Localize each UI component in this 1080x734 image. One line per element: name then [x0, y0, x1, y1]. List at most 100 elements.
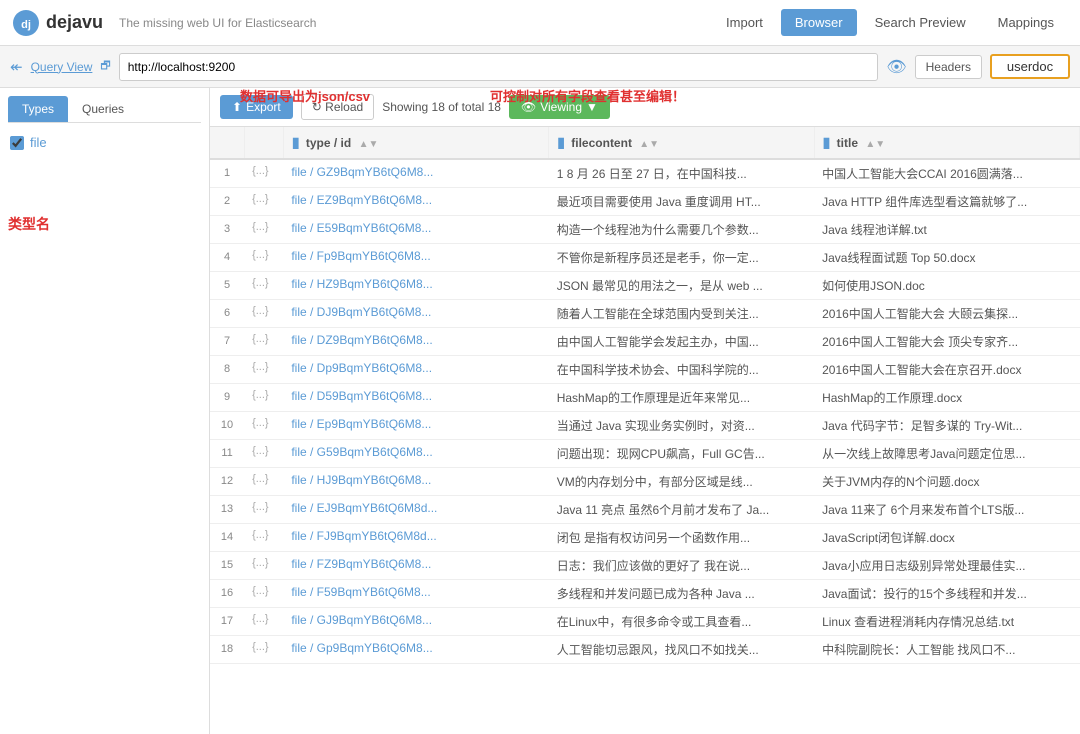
- nav-mappings[interactable]: Mappings: [984, 9, 1068, 36]
- expand-btn-17[interactable]: {...}: [244, 608, 283, 636]
- share-icon[interactable]: ↞: [10, 58, 23, 76]
- expand-btn-9[interactable]: {...}: [244, 384, 283, 412]
- title-cell-16: Java面试：投行的15个多线程和并发...: [814, 580, 1079, 608]
- type-id-cell-4[interactable]: file / Fp9BqmYB6tQ6M8...: [283, 244, 548, 272]
- expand-btn-3[interactable]: {...}: [244, 216, 283, 244]
- content-cell-1: 1 8 月 26 日至 27 日，在中国科技...: [549, 159, 814, 188]
- type-id-cell-12[interactable]: file / HJ9BqmYB6tQ6M8...: [283, 468, 548, 496]
- logo-icon: dj: [12, 9, 40, 37]
- expand-btn-14[interactable]: {...}: [244, 524, 283, 552]
- tab-types[interactable]: Types: [8, 96, 68, 122]
- content-cell-16: 多线程和并发问题已成为各种 Java ...: [549, 580, 814, 608]
- table-row: 16 {...} file / F59BqmYB6tQ6M8... 多线程和并发…: [210, 580, 1080, 608]
- table-row: 18 {...} file / Gp9BqmYB6tQ6M8... 人工智能切忌…: [210, 636, 1080, 664]
- table-row: 7 {...} file / DZ9BqmYB6tQ6M8... 由中国人工智能…: [210, 328, 1080, 356]
- type-id-cell-2[interactable]: file / EZ9BqmYB6tQ6M8...: [283, 188, 548, 216]
- filter-icon-title: ▮: [823, 134, 831, 150]
- expand-btn-2[interactable]: {...}: [244, 188, 283, 216]
- expand-btn-4[interactable]: {...}: [244, 244, 283, 272]
- nav-search-preview[interactable]: Search Preview: [861, 9, 980, 36]
- content-cell-4: 不管你是新程序员还是老手，你一定...: [549, 244, 814, 272]
- title-cell-6: 2016中国人工智能大会 大颐云集探...: [814, 300, 1079, 328]
- toolbar: ↞ Query View 🗗 👁 Headers userdoc: [0, 46, 1080, 88]
- expand-btn-7[interactable]: {...}: [244, 328, 283, 356]
- title-cell-15: Java小应用日志级别异常处理最佳实...: [814, 552, 1079, 580]
- type-id-cell-5[interactable]: file / HZ9BqmYB6tQ6M8...: [283, 272, 548, 300]
- content-cell-11: 问题出现：现网CPU飙高，Full GC告...: [549, 440, 814, 468]
- sort-icon-type: ▲▼: [359, 139, 379, 150]
- content-cell-9: HashMap的工作原理是近年来常见...: [549, 384, 814, 412]
- title-cell-5: 如何使用JSON.doc: [814, 272, 1079, 300]
- url-input[interactable]: [119, 53, 879, 81]
- type-id-cell-14[interactable]: file / FJ9BqmYB6tQ6M8d...: [283, 524, 548, 552]
- type-id-cell-10[interactable]: file / Ep9BqmYB6tQ6M8...: [283, 412, 548, 440]
- table-header-row: ▮ type / id ▲▼ ▮ filecontent ▲▼ ▮ title: [210, 127, 1080, 159]
- title-cell-4: Java线程面试题 Top 50.docx: [814, 244, 1079, 272]
- type-id-cell-9[interactable]: file / D59BqmYB6tQ6M8...: [283, 384, 548, 412]
- type-id-cell-18[interactable]: file / Gp9BqmYB6tQ6M8...: [283, 636, 548, 664]
- expand-btn-8[interactable]: {...}: [244, 356, 283, 384]
- expand-btn-10[interactable]: {...}: [244, 412, 283, 440]
- expand-btn-6[interactable]: {...}: [244, 300, 283, 328]
- type-id-cell-8[interactable]: file / Dp9BqmYB6tQ6M8...: [283, 356, 548, 384]
- nav-import[interactable]: Import: [712, 9, 777, 36]
- expand-btn-12[interactable]: {...}: [244, 468, 283, 496]
- title-cell-14: JavaScript闭包详解.docx: [814, 524, 1079, 552]
- sidebar-tabs: Types Queries: [8, 96, 201, 123]
- row-num-11: 11: [210, 440, 244, 468]
- title-cell-9: HashMap的工作原理.docx: [814, 384, 1079, 412]
- table-row: 5 {...} file / HZ9BqmYB6tQ6M8... JSON 最常…: [210, 272, 1080, 300]
- table-row: 10 {...} file / Ep9BqmYB6tQ6M8... 当通过 Ja…: [210, 412, 1080, 440]
- nav-browser[interactable]: Browser: [781, 9, 857, 36]
- row-num-17: 17: [210, 608, 244, 636]
- expand-btn-13[interactable]: {...}: [244, 496, 283, 524]
- sort-icon-content: ▲▼: [639, 139, 659, 150]
- eye-icon[interactable]: 👁: [886, 57, 906, 77]
- content-cell-3: 构造一个线程池为什么需要几个参数...: [549, 216, 814, 244]
- type-id-cell-15[interactable]: file / FZ9BqmYB6tQ6M8...: [283, 552, 548, 580]
- type-checkbox-file[interactable]: [10, 136, 24, 150]
- type-id-cell-7[interactable]: file / DZ9BqmYB6tQ6M8...: [283, 328, 548, 356]
- content-cell-2: 最近项目需要使用 Java 重度调用 HT...: [549, 188, 814, 216]
- row-num-3: 3: [210, 216, 244, 244]
- external-link-icon: 🗗: [100, 57, 110, 76]
- table-row: 11 {...} file / G59BqmYB6tQ6M8... 问题出现：现…: [210, 440, 1080, 468]
- tab-queries[interactable]: Queries: [68, 96, 138, 122]
- annotation-export: 数据可导出为json/csv: [240, 88, 370, 105]
- col-title-label: title: [837, 136, 858, 150]
- filter-icon-type: ▮: [292, 134, 300, 150]
- table-row: 13 {...} file / EJ9BqmYB6tQ6M8d... Java …: [210, 496, 1080, 524]
- row-num-10: 10: [210, 412, 244, 440]
- type-id-cell-1[interactable]: file / GZ9BqmYB6tQ6M8...: [283, 159, 548, 188]
- expand-btn-18[interactable]: {...}: [244, 636, 283, 664]
- header: dj dejavu The missing web UI for Elastic…: [0, 0, 1080, 46]
- headers-button[interactable]: Headers: [915, 55, 982, 79]
- content-cell-8: 在中国科学技术协会、中国科学院的...: [549, 356, 814, 384]
- sort-icon-title: ▲▼: [865, 139, 885, 150]
- expand-btn-11[interactable]: {...}: [244, 440, 283, 468]
- type-id-cell-17[interactable]: file / GJ9BqmYB6tQ6M8...: [283, 608, 548, 636]
- annotation-type-name: 类型名: [8, 214, 201, 234]
- expand-btn-16[interactable]: {...}: [244, 580, 283, 608]
- type-id-cell-6[interactable]: file / DJ9BqmYB6tQ6M8...: [283, 300, 548, 328]
- expand-btn-5[interactable]: {...}: [244, 272, 283, 300]
- brand-name: dejavu: [46, 12, 103, 33]
- query-view-link[interactable]: Query View: [31, 60, 93, 74]
- data-table: ▮ type / id ▲▼ ▮ filecontent ▲▼ ▮ title: [210, 127, 1080, 734]
- type-id-cell-11[interactable]: file / G59BqmYB6tQ6M8...: [283, 440, 548, 468]
- svg-text:dj: dj: [21, 19, 31, 31]
- row-num-7: 7: [210, 328, 244, 356]
- header-tagline: The missing web UI for Elasticsearch: [119, 16, 316, 30]
- index-name-box[interactable]: userdoc: [990, 54, 1070, 79]
- expand-btn-15[interactable]: {...}: [244, 552, 283, 580]
- row-num-9: 9: [210, 384, 244, 412]
- expand-btn-1[interactable]: {...}: [244, 159, 283, 188]
- sidebar: Types Queries file 类型名: [0, 88, 210, 734]
- type-id-cell-16[interactable]: file / F59BqmYB6tQ6M8...: [283, 580, 548, 608]
- annotation-viewing: 可控制对所有字段查看甚至编辑！: [490, 88, 685, 105]
- title-cell-17: Linux 查看进程消耗内存情况总结.txt: [814, 608, 1079, 636]
- type-id-cell-13[interactable]: file / EJ9BqmYB6tQ6M8d...: [283, 496, 548, 524]
- type-id-cell-3[interactable]: file / E59BqmYB6tQ6M8...: [283, 216, 548, 244]
- type-label-file: file: [30, 135, 47, 150]
- type-item-file: file: [8, 131, 201, 154]
